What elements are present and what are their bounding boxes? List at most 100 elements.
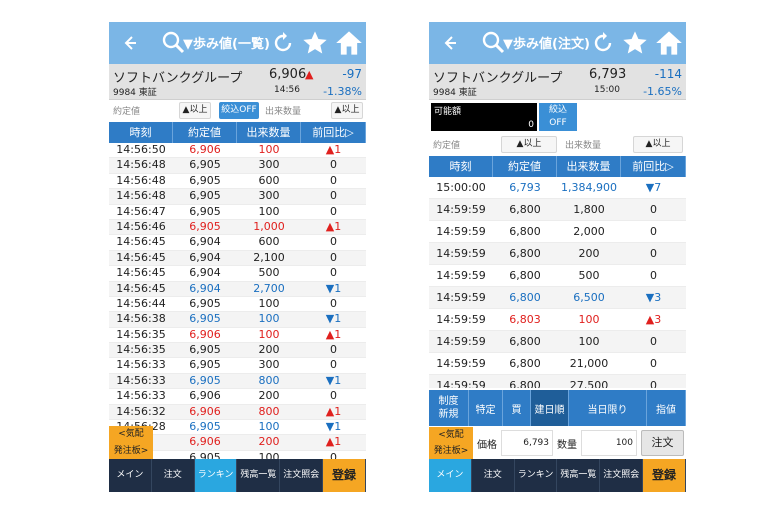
qty-input[interactable]: 100	[581, 430, 637, 456]
time-cell: 14:59:59	[436, 269, 486, 282]
price-cell: 6,905	[189, 312, 221, 326]
table-row[interactable]: 14:59:59 6,800 200 0	[429, 243, 686, 265]
table-row[interactable]: 14:56:35 6,906 100 ▲1	[109, 327, 366, 344]
new-position-label: 新規	[438, 409, 459, 420]
table-row[interactable]: 14:56:45 6,904 2,700 ▼1	[109, 281, 366, 297]
table-row[interactable]: 14:59:59 6,800 6,500 ▼3	[429, 287, 686, 309]
nav-order[interactable]: 注文	[152, 459, 195, 492]
home-icon[interactable]	[655, 29, 683, 57]
column-diff[interactable]: 前回比▷	[621, 156, 686, 177]
table-row[interactable]: 14:59:59 6,800 2,000 0	[429, 221, 686, 243]
star-icon[interactable]	[621, 29, 649, 57]
table-row[interactable]: 14:59:59 6,800 21,000 0	[429, 353, 686, 375]
back-arrow-icon[interactable]	[117, 31, 141, 55]
column-price: 約定値	[493, 156, 557, 177]
price-change: -114	[654, 67, 682, 81]
nav-order-inquiry[interactable]: 注文照会	[600, 459, 644, 492]
qty-filter-button[interactable]: ▲以上	[633, 136, 683, 153]
price-filter-button[interactable]: ▲以上	[501, 136, 557, 153]
time-cell: 14:56:32	[116, 404, 166, 418]
nav-ranking[interactable]: ランキング	[194, 459, 238, 492]
qty-cell: 27,500	[569, 379, 609, 388]
stock-price: 6,906	[269, 67, 307, 82]
header-bar: ▼歩み値(一覧)	[109, 22, 366, 64]
available-label: 可能額	[434, 107, 462, 117]
column-diff[interactable]: 前回比▷	[301, 122, 366, 143]
home-icon[interactable]	[335, 29, 363, 57]
table-row[interactable]: 14:56:33 6,906 200 0	[109, 389, 366, 405]
order-type-button[interactable]: 指値	[647, 390, 686, 426]
table-row[interactable]: 14:56:45 6,904 500 0	[109, 266, 366, 282]
nav-balance[interactable]: 残高一覧	[237, 459, 281, 492]
price-cell: 6,904	[189, 266, 221, 280]
table-row[interactable]: 14:56:32 6,906 800 ▲1	[109, 404, 366, 421]
price-time: 14:56	[274, 85, 300, 95]
back-arrow-icon[interactable]	[437, 31, 461, 55]
table-row[interactable]: 14:59:59 6,800 500 0	[429, 265, 686, 287]
table-row[interactable]: 14:56:45 6,904 2,100 0	[109, 250, 366, 267]
table-row[interactable]: 14:56:48 6,905 600 0	[109, 174, 366, 190]
trade-list[interactable]: 14:56:50 6,906 100 ▲1 14:56:48 6,905 300 0 14:56…	[109, 143, 366, 465]
table-row[interactable]: 14:56:35 6,905 200 0	[109, 343, 366, 359]
column-price: 約定値	[173, 122, 237, 143]
page-title[interactable]: ▼歩み値(注文)	[503, 33, 590, 52]
table-row[interactable]: 14:59:59 6,800 1,800 0	[429, 199, 686, 221]
nav-main[interactable]: メイン	[109, 459, 152, 492]
table-row[interactable]: 15:00:00 6,793 1,384,900 ▼7	[429, 177, 686, 199]
table-row[interactable]: 14:56:44 6,905 100 0	[109, 296, 366, 313]
table-row[interactable]: 14:59:59 6,800 27,500 0	[429, 375, 686, 388]
time-cell: 15:00:00	[436, 181, 486, 194]
quote-button[interactable]: <気配	[109, 426, 153, 443]
search-icon[interactable]	[481, 30, 505, 56]
table-row[interactable]: 14:56:48 6,905 300 0	[109, 158, 366, 174]
nav-order[interactable]: 注文	[472, 459, 515, 492]
table-row[interactable]: 14:56:47 6,905 100 0	[109, 205, 366, 220]
account-type-button[interactable]: 特定	[469, 390, 503, 426]
filter-toggle-button[interactable]: 絞込OFF	[219, 102, 259, 119]
table-row[interactable]: 14:56:33 6,905 300 0	[109, 358, 366, 374]
refresh-icon[interactable]	[591, 31, 615, 55]
qty-filter-button[interactable]: ▲以上	[331, 102, 363, 119]
buy-sell-button[interactable]: 買	[503, 390, 531, 426]
table-row[interactable]: 14:56:48 6,905 300 0	[109, 189, 366, 205]
qty-cell: 100	[578, 313, 600, 326]
diff-cell: ▲1	[325, 435, 342, 449]
nav-balance[interactable]: 残高一覧	[557, 459, 601, 492]
time-cell: 14:56:46	[116, 219, 166, 233]
table-row[interactable]: 14:56:38 6,905 100 ▼1	[109, 312, 366, 328]
diff-cell: 0	[330, 266, 337, 280]
filter-toggle-button[interactable]: 絞込 OFF	[539, 103, 577, 131]
order-board-button[interactable]: 発注板>	[429, 443, 473, 459]
expiry-button[interactable]: 当日限り	[569, 390, 647, 426]
nav-order-inquiry[interactable]: 注文照会	[280, 459, 324, 492]
change-percent: -1.38%	[323, 85, 362, 98]
order-board-button[interactable]: 発注板>	[109, 443, 153, 459]
refresh-icon[interactable]	[271, 31, 295, 55]
order-submit-button[interactable]: 注文	[641, 430, 684, 456]
nav-register[interactable]: 登録	[643, 459, 686, 492]
right-screen: ▼歩み値(注文) ソフトバンクグループ 6,793 -114 9984 東証 1…	[429, 22, 686, 492]
qty-cell: 100	[258, 143, 280, 156]
margin-type-button[interactable]: 制度 新規	[429, 390, 469, 426]
diff-cell: ▲1	[325, 327, 342, 341]
sort-order-button[interactable]: 建日順	[531, 390, 569, 426]
price-input[interactable]: 6,793	[501, 430, 553, 456]
star-icon[interactable]	[301, 29, 329, 57]
table-row[interactable]: 14:59:59 6,800 100 0	[429, 331, 686, 353]
table-row[interactable]: 14:59:59 6,803 100 ▲3	[429, 309, 686, 331]
price-filter-button[interactable]: ▲以上	[179, 102, 211, 119]
table-row[interactable]: 14:56:46 6,905 1,000 ▲1	[109, 219, 366, 236]
nav-register[interactable]: 登録	[323, 459, 366, 492]
page-title[interactable]: ▼歩み値(一覧)	[183, 33, 270, 52]
nav-ranking[interactable]: ランキング	[515, 459, 558, 492]
trade-list[interactable]: 15:00:00 6,793 1,384,900 ▼7 14:59:59 6,800 1,8…	[429, 177, 686, 388]
search-icon[interactable]	[161, 30, 185, 56]
diff-cell: 0	[330, 296, 337, 310]
table-row[interactable]: 14:56:50 6,906 100 ▲1	[109, 143, 366, 159]
quote-button[interactable]: <気配	[429, 427, 473, 443]
nav-main[interactable]: メイン	[429, 459, 472, 492]
qty-cell: 21,000	[569, 357, 609, 370]
table-row[interactable]: 14:56:45 6,904 600 0	[109, 235, 366, 251]
table-row[interactable]: 14:56:33 6,905 800 ▼1	[109, 373, 366, 390]
qty-cell: 200	[578, 247, 600, 260]
